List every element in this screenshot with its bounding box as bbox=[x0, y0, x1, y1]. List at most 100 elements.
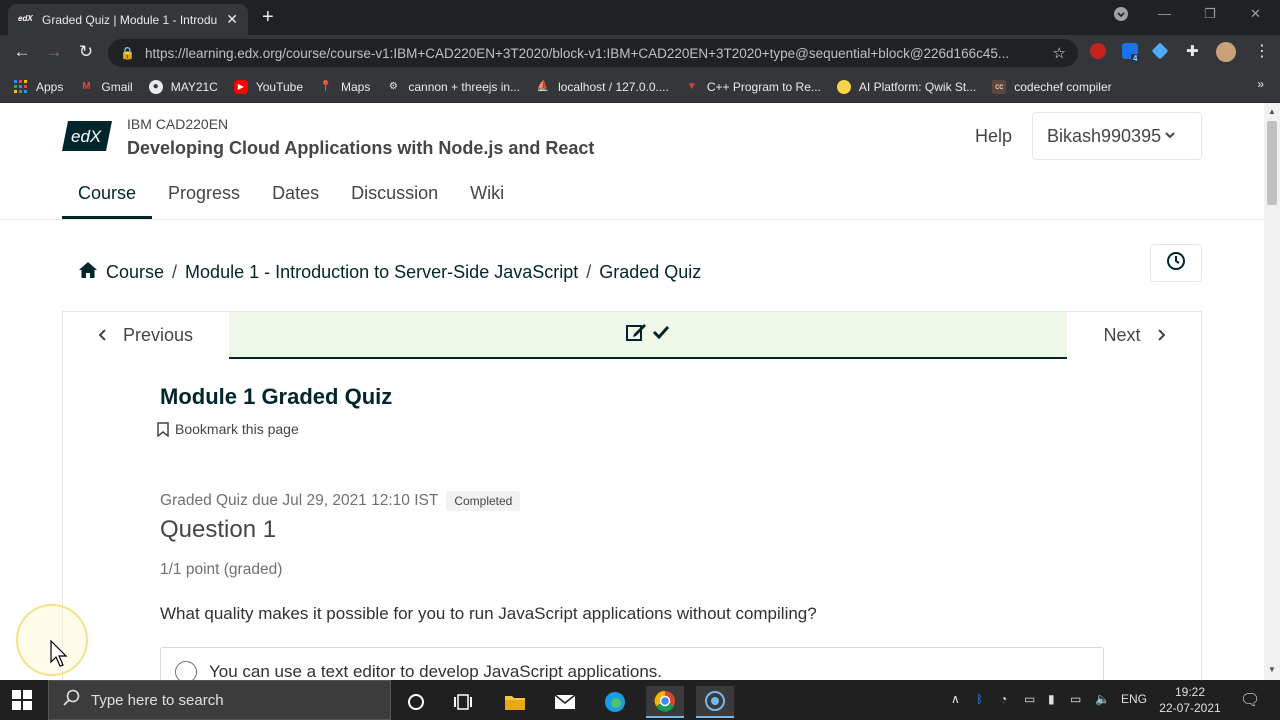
codechef-icon: cc bbox=[992, 79, 1007, 94]
unit-tab-active[interactable] bbox=[229, 312, 1067, 359]
back-icon[interactable]: ← bbox=[11, 42, 33, 62]
help-link[interactable]: Help bbox=[975, 126, 1012, 147]
bookmark-label: codechef compiler bbox=[1014, 79, 1112, 94]
bookmark-gmail[interactable]: M Gmail bbox=[79, 79, 133, 94]
extension-red-icon[interactable] bbox=[1090, 43, 1106, 59]
bookmark-youtube[interactable]: ▶ YouTube bbox=[233, 79, 303, 94]
next-button[interactable]: Next bbox=[1067, 312, 1201, 359]
edx-logo[interactable]: edX bbox=[62, 121, 112, 151]
breadcrumb-course[interactable]: Course bbox=[106, 262, 164, 283]
bookmark-cpp[interactable]: ▼ C++ Program to Re... bbox=[685, 80, 821, 94]
reload-icon[interactable]: ↻ bbox=[75, 42, 97, 62]
close-window-icon[interactable]: ✕ bbox=[1250, 6, 1261, 22]
mail-icon[interactable] bbox=[546, 686, 584, 718]
chrome-menu-icon[interactable]: ⋮ bbox=[1254, 41, 1270, 61]
microphone-icon[interactable]: ▮ bbox=[1048, 692, 1055, 706]
new-tab-icon[interactable]: + bbox=[262, 6, 274, 29]
browser-titlebar: edX Graded Quiz | Module 1 - Introdu ✕ +… bbox=[0, 0, 1280, 35]
chrome-taskbar-icon[interactable] bbox=[646, 686, 684, 718]
scroll-up-icon[interactable]: ▲ bbox=[1268, 107, 1276, 116]
language-indicator[interactable]: ENG bbox=[1121, 692, 1147, 706]
bookmark-codechef[interactable]: cc codechef compiler bbox=[992, 79, 1112, 94]
tab-discussion[interactable]: Discussion bbox=[335, 173, 454, 219]
task-view-icon[interactable] bbox=[444, 686, 482, 718]
bookmark-label: AI Platform: Qwik St... bbox=[858, 79, 977, 94]
edge-icon[interactable] bbox=[596, 686, 634, 718]
edit-icon bbox=[626, 322, 648, 347]
cannon-icon: ⚙ bbox=[388, 80, 398, 92]
chrome-profile-avatar[interactable] bbox=[1216, 42, 1236, 62]
url-text[interactable]: https://learning.edx.org/course/course-v… bbox=[145, 46, 1053, 61]
bookmark-ai-platform[interactable]: AI Platform: Qwik St... bbox=[836, 79, 977, 94]
screen-recorder-icon[interactable] bbox=[696, 686, 734, 718]
clock-date: 22-07-2021 bbox=[1159, 701, 1221, 715]
question-points: 1/1 point (graded) bbox=[160, 561, 283, 578]
tray-overflow-icon[interactable]: ∧ bbox=[951, 692, 960, 706]
bookmark-label: Bookmark this page bbox=[175, 421, 299, 437]
search-icon bbox=[63, 689, 81, 711]
meet-now-icon[interactable]: ▭ bbox=[1024, 692, 1035, 706]
browser-tab[interactable]: edX Graded Quiz | Module 1 - Introdu ✕ bbox=[8, 4, 248, 35]
maps-icon: 📍 bbox=[319, 80, 333, 92]
previous-button[interactable]: Previous bbox=[63, 312, 229, 359]
lock-icon: 🔒 bbox=[120, 46, 135, 60]
tab-course[interactable]: Course bbox=[62, 173, 153, 219]
bluetooth-icon[interactable]: ᛒ bbox=[976, 692, 983, 706]
home-icon[interactable] bbox=[78, 261, 98, 284]
forward-icon[interactable]: → bbox=[43, 42, 65, 62]
address-bar[interactable]: 🔒 https://learning.edx.org/course/course… bbox=[108, 39, 1078, 67]
radio-button[interactable] bbox=[175, 661, 197, 680]
previous-label: Previous bbox=[122, 325, 194, 345]
tab-title: Graded Quiz | Module 1 - Introdu bbox=[42, 12, 218, 27]
phpmyadmin-icon: ⛵ bbox=[536, 80, 550, 92]
taskbar-clock[interactable]: 19:22 22-07-2021 bbox=[1158, 684, 1222, 716]
scroll-down-icon[interactable]: ▼ bbox=[1268, 665, 1276, 674]
network-icon[interactable]: ◔ bbox=[1000, 692, 1007, 706]
user-menu-button[interactable]: Bikash990395 bbox=[1032, 112, 1202, 160]
breadcrumb-current: Graded Quiz bbox=[599, 262, 702, 282]
minimize-icon[interactable]: — bbox=[1158, 6, 1171, 21]
bookmark-label: YouTube bbox=[255, 79, 303, 94]
history-button[interactable] bbox=[1150, 244, 1202, 282]
tab-dates[interactable]: Dates bbox=[256, 173, 335, 219]
course-tabs: Course Progress Dates Discussion Wiki bbox=[62, 173, 520, 219]
edx-logo-text: edX bbox=[71, 127, 102, 146]
tab-progress[interactable]: Progress bbox=[152, 173, 256, 219]
bookmark-button[interactable]: Bookmark this page bbox=[157, 421, 299, 437]
breadcrumb-module[interactable]: Module 1 - Introduction to Server-Side J… bbox=[185, 262, 578, 283]
bookmark-maps[interactable]: 📍 Maps bbox=[319, 80, 371, 94]
cortana-icon[interactable] bbox=[397, 686, 435, 718]
taskbar-search[interactable]: Type here to search bbox=[48, 680, 391, 720]
extensions-puzzle-icon[interactable]: ✚ bbox=[1186, 42, 1199, 60]
more-bookmarks-icon[interactable]: » bbox=[1257, 77, 1264, 91]
notifications-icon[interactable]: 🗨 bbox=[1240, 690, 1260, 710]
windows-start-icon[interactable] bbox=[12, 690, 32, 715]
file-explorer-icon[interactable] bbox=[496, 686, 534, 718]
youtube-icon: ▶ bbox=[233, 79, 248, 94]
answer-choice[interactable]: You can use a text editor to develop Jav… bbox=[160, 647, 1104, 680]
bookmark-label: Gmail bbox=[101, 79, 133, 94]
bookmark-may21c[interactable]: ● MAY21C bbox=[148, 79, 218, 94]
qwiklabs-icon bbox=[836, 79, 851, 94]
bookmark-localhost[interactable]: ⛵ localhost / 127.0.0.... bbox=[536, 80, 669, 94]
mouse-cursor-icon bbox=[50, 639, 68, 673]
page-scrollbar[interactable]: ▲ ▼ bbox=[1264, 103, 1280, 680]
clock-time: 19:22 bbox=[1174, 685, 1206, 699]
scrollbar-thumb[interactable] bbox=[1267, 121, 1277, 205]
search-placeholder: Type here to search bbox=[91, 691, 224, 709]
close-tab-icon[interactable]: ✕ bbox=[226, 11, 238, 28]
windows-taskbar: Type here to search ∧ ᛒ ◔ ▭ ▮ ▭ 🔈 ENG 19… bbox=[0, 680, 1280, 720]
battery-icon[interactable]: ▭ bbox=[1070, 692, 1081, 706]
chevron-left-icon bbox=[98, 325, 107, 346]
bookmark-cannon[interactable]: ⚙ cannon + threejs in... bbox=[386, 80, 520, 94]
bookmark-apps[interactable]: Apps bbox=[14, 79, 63, 94]
volume-icon[interactable]: 🔈 bbox=[1095, 692, 1110, 706]
bookmark-label: C++ Program to Re... bbox=[706, 79, 821, 94]
bookmark-star-icon[interactable]: ☆ bbox=[1053, 44, 1066, 62]
tab-wiki[interactable]: Wiki bbox=[454, 173, 520, 219]
clock-icon bbox=[1166, 251, 1186, 276]
question-title: Question 1 bbox=[160, 516, 277, 543]
restore-icon[interactable]: ❐ bbox=[1204, 6, 1216, 22]
profile-dropdown-icon[interactable] bbox=[1113, 6, 1129, 25]
due-text: Graded Quiz due Jul 29, 2021 12:10 IST bbox=[160, 492, 439, 509]
